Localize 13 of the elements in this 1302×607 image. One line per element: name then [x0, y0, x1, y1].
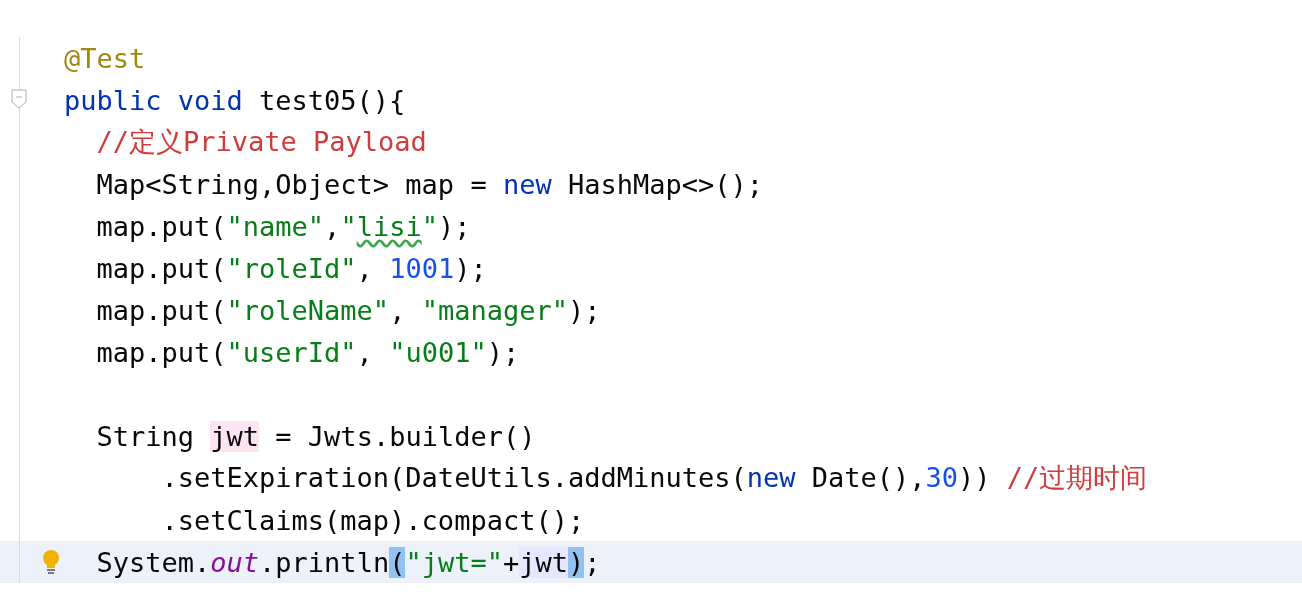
- code-line: //定义Private Payload: [95, 125, 427, 159]
- code-line: System.out.println("jwt="+jwt);: [95, 546, 601, 578]
- code-line: map.put("roleName", "manager");: [95, 294, 601, 326]
- code-line: map.put("userId", "u001");: [95, 336, 520, 368]
- code-line: @Test: [64, 42, 146, 74]
- code-line: String jwt = Jwts.builder(): [95, 420, 536, 452]
- code-line: public void test05(){: [64, 84, 406, 116]
- code-line: Map<String,Object> map = new HashMap<>();: [95, 168, 763, 200]
- code-line: .setClaims(map).compact();: [160, 504, 585, 536]
- code-line: .setExpiration(DateUtils.addMinutes(new Date(),30)) //过期时间: [160, 461, 1148, 495]
- code-line: map.put("name","lisi");: [95, 210, 471, 242]
- lightbulb-icon[interactable]: [42, 549, 60, 575]
- code-line: map.put("roleId", 1001);: [95, 252, 487, 284]
